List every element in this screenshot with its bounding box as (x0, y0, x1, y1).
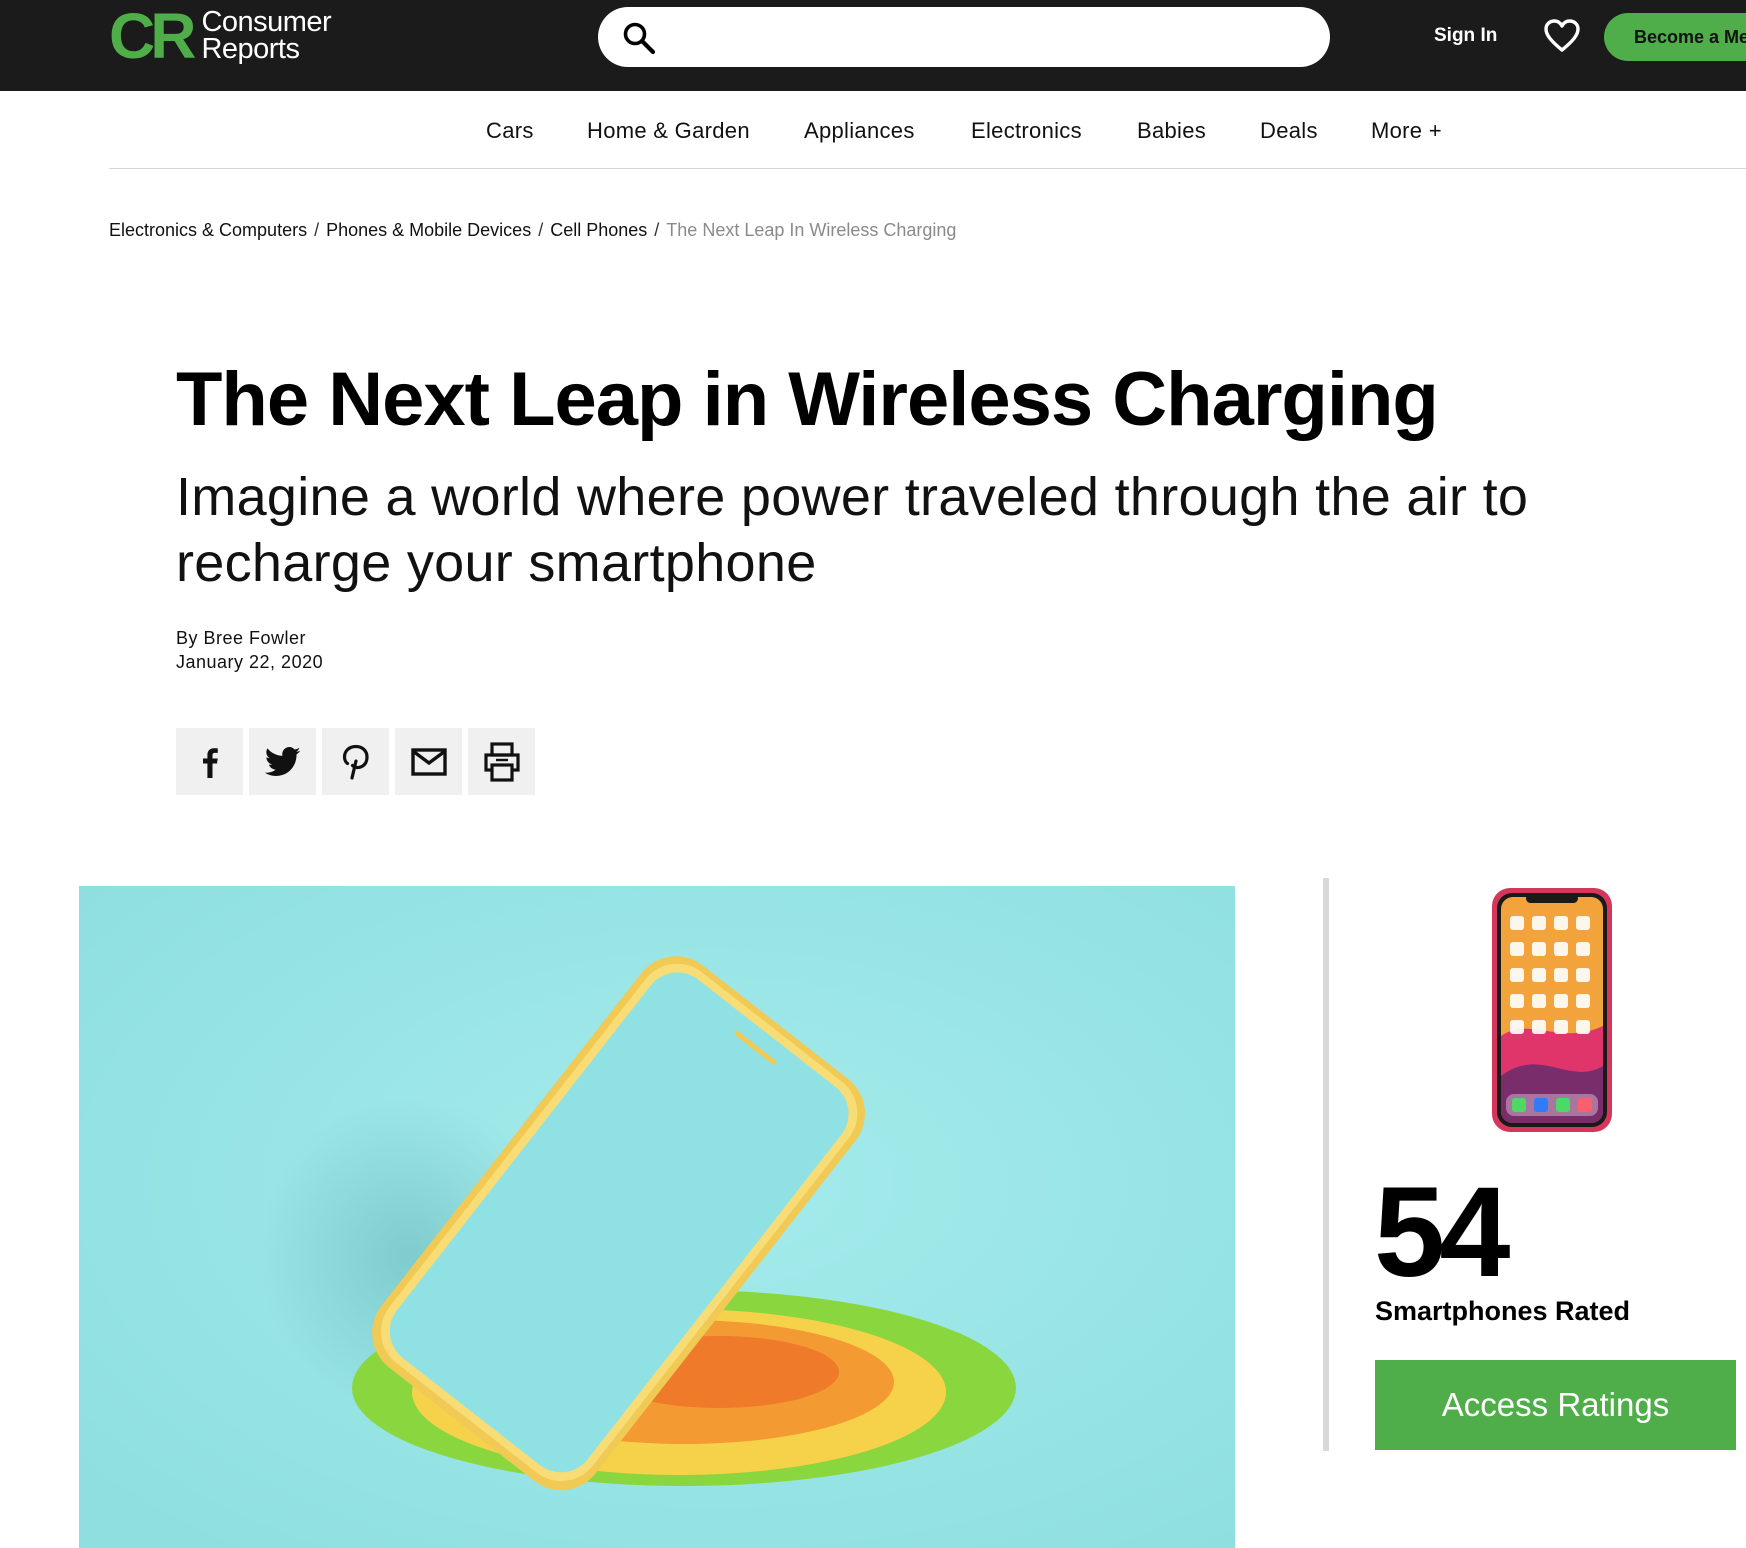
share-facebook-button[interactable] (176, 728, 243, 795)
share-toolbar (176, 728, 535, 795)
main-nav: Cars Home & Garden Appliances Electronic… (0, 91, 1746, 169)
smartphone-image (1492, 888, 1612, 1132)
phone-on-wireless-charger-illustration (79, 886, 1235, 1548)
print-icon (483, 741, 520, 782)
nav-item-more[interactable]: More + (1371, 118, 1442, 144)
breadcrumb-separator: / (314, 220, 320, 240)
site-header: CR Consumer Reports Sign In Become a Mem… (0, 0, 1746, 91)
breadcrumb-separator: / (654, 220, 660, 240)
nav-divider (109, 168, 1746, 169)
search-icon[interactable] (622, 21, 656, 55)
article-dek: Imagine a world where power traveled thr… (176, 467, 1529, 593)
logo-wordmark: Consumer Reports (201, 6, 332, 65)
nav-item-home-garden[interactable]: Home & Garden (587, 118, 750, 144)
heart-icon[interactable] (1543, 18, 1581, 54)
smartphones-rated-label: Smartphones Rated (1375, 1296, 1631, 1326)
breadcrumb-separator: / (538, 220, 544, 240)
share-twitter-button[interactable] (249, 728, 316, 795)
breadcrumb-phones-mobile[interactable]: Phones & Mobile Devices (326, 220, 531, 240)
logo-mark: CR (109, 0, 196, 72)
nav-item-cars[interactable]: Cars (486, 118, 534, 144)
breadcrumb-cell-phones[interactable]: Cell Phones (550, 220, 647, 240)
breadcrumb: Electronics & Computers / Phones & Mobile … (109, 220, 956, 241)
nav-item-babies[interactable]: Babies (1137, 118, 1206, 144)
sign-in-link[interactable]: Sign In (1434, 25, 1497, 47)
access-ratings-button[interactable]: Access Ratings (1375, 1360, 1736, 1450)
search-bar[interactable] (598, 7, 1330, 67)
become-member-button[interactable]: Become a Member (1604, 13, 1746, 61)
publish-date: January 22, 2020 (176, 652, 324, 672)
share-email-button[interactable] (395, 728, 462, 795)
print-button[interactable] (468, 728, 535, 795)
hero-image (79, 886, 1235, 1548)
search-input[interactable] (678, 17, 1302, 59)
breadcrumb-electronics-computers[interactable]: Electronics & Computers (109, 220, 307, 240)
consumer-reports-logo[interactable]: CR Consumer Reports (109, 0, 332, 72)
sidebar-divider (1323, 878, 1329, 1451)
nav-item-deals[interactable]: Deals (1260, 118, 1318, 144)
logo-line-2: Reports (201, 33, 300, 65)
nav-item-electronics[interactable]: Electronics (971, 118, 1082, 144)
author-name[interactable]: By Bree Fowler (176, 626, 323, 650)
byline: By Bree Fowler January 22, 2020 (176, 626, 323, 674)
pinterest-icon (342, 744, 369, 780)
facebook-icon (202, 747, 218, 778)
logo-line-1: Consumer (201, 6, 332, 38)
share-pinterest-button[interactable] (322, 728, 389, 795)
breadcrumb-current: The Next Leap In Wireless Charging (666, 220, 957, 240)
article-title: The Next Leap in Wireless Charging (176, 357, 1439, 442)
email-icon (410, 747, 447, 776)
twitter-icon (264, 746, 300, 776)
smartphones-rated-count: 54 (1374, 1161, 1510, 1304)
nav-item-appliances[interactable]: Appliances (804, 118, 915, 144)
